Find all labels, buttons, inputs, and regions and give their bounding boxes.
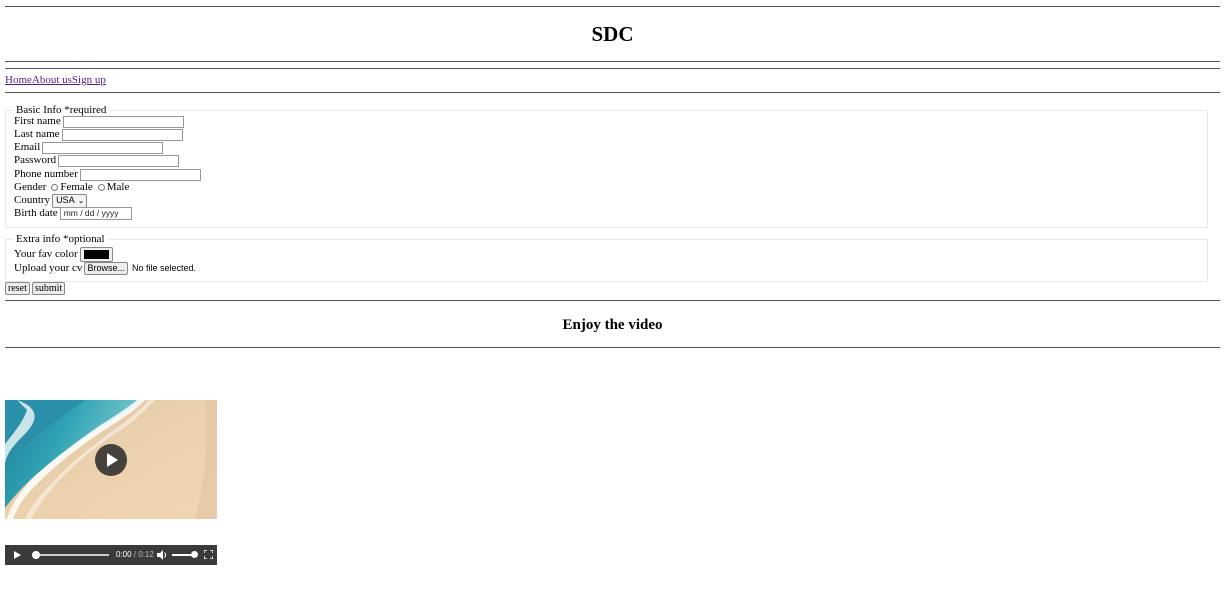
seek-knob[interactable] [32, 551, 40, 559]
female-radio[interactable] [51, 184, 59, 191]
password-row: Password [14, 154, 180, 167]
cv-label: Upload your cv [14, 262, 83, 274]
seek-track[interactable] [33, 554, 109, 556]
country-select[interactable]: USA ⌄ [52, 193, 88, 208]
nav-link-about[interactable]: About us [32, 74, 72, 86]
email-row: Email [14, 141, 164, 154]
main-nav: HomeAbout usSign up [5, 73, 106, 87]
female-label: Female [60, 181, 93, 193]
phone-row: Phone number [14, 168, 201, 181]
last-name-row: Last name [14, 128, 183, 141]
phone-label: Phone number [14, 168, 78, 180]
volume-knob[interactable] [191, 551, 198, 558]
nav-rule-top [5, 68, 1220, 69]
basic-info-fieldset: Basic Info *required [5, 104, 1208, 228]
color-swatch [83, 249, 109, 259]
male-radio[interactable] [97, 184, 105, 191]
submit-button[interactable]: submit [32, 282, 66, 295]
chevron-down-icon: ⌄ [77, 196, 85, 205]
last-name-input[interactable] [61, 128, 183, 141]
browse-button[interactable]: Browse... [84, 262, 128, 275]
volume-icon[interactable] [157, 549, 167, 561]
email-label: Email [14, 141, 41, 153]
duration: 0:12 [138, 550, 154, 559]
password-label: Password [14, 154, 57, 166]
time-display: 0:00 / 0:12 [116, 550, 154, 560]
male-label: Male [106, 181, 130, 193]
fav-color-picker[interactable] [79, 246, 113, 262]
last-name-label: Last name [14, 128, 60, 140]
video-heading: Enjoy the video [562, 317, 663, 333]
fav-color-label: Your fav color [14, 247, 78, 260]
first-name-label: First name [14, 115, 61, 127]
country-label: Country [14, 194, 51, 206]
site-title: SDC [591, 22, 634, 46]
birth-date-input[interactable]: mm / dd / yyyy [59, 207, 132, 220]
play-overlay-button[interactable] [95, 444, 127, 476]
birth-date-label: Birth date [14, 207, 58, 219]
file-status: No file selected. [131, 263, 196, 273]
video-player[interactable] [5, 400, 217, 519]
first-name-row: First name [14, 115, 184, 128]
top-rule-2 [5, 61, 1220, 62]
current-time: 0:00 [116, 550, 132, 559]
birth-date-row: Birth date mm / dd / yyyy [14, 207, 132, 220]
video-controls: 0:00 / 0:12 [5, 545, 217, 565]
video-rule-bottom [5, 347, 1220, 348]
country-row: Country USA ⌄ [14, 193, 88, 208]
nav-link-signup[interactable]: Sign up [72, 74, 106, 86]
password-input[interactable] [58, 154, 180, 167]
video-rule-top [5, 300, 1220, 301]
top-rule-1 [5, 6, 1220, 7]
extra-info-legend: Extra info *optional [16, 233, 105, 245]
gender-label: Gender [14, 181, 47, 193]
country-select-value: USA [56, 195, 75, 205]
play-icon[interactable] [14, 551, 21, 559]
first-name-input[interactable] [62, 115, 184, 128]
fav-color-row: Your fav color [14, 246, 113, 262]
gender-row: Gender Female Male [14, 181, 129, 194]
reset-button[interactable]: reset [5, 282, 30, 295]
fullscreen-icon[interactable] [204, 550, 213, 559]
cv-upload-row: Upload your cv Browse... No file selecte… [14, 262, 196, 275]
nav-link-home[interactable]: Home [5, 74, 32, 86]
phone-input[interactable] [79, 168, 201, 181]
email-input[interactable] [42, 141, 164, 154]
birth-date-placeholder: mm / dd / yyyy [63, 208, 119, 218]
nav-rule-bottom [5, 92, 1220, 93]
